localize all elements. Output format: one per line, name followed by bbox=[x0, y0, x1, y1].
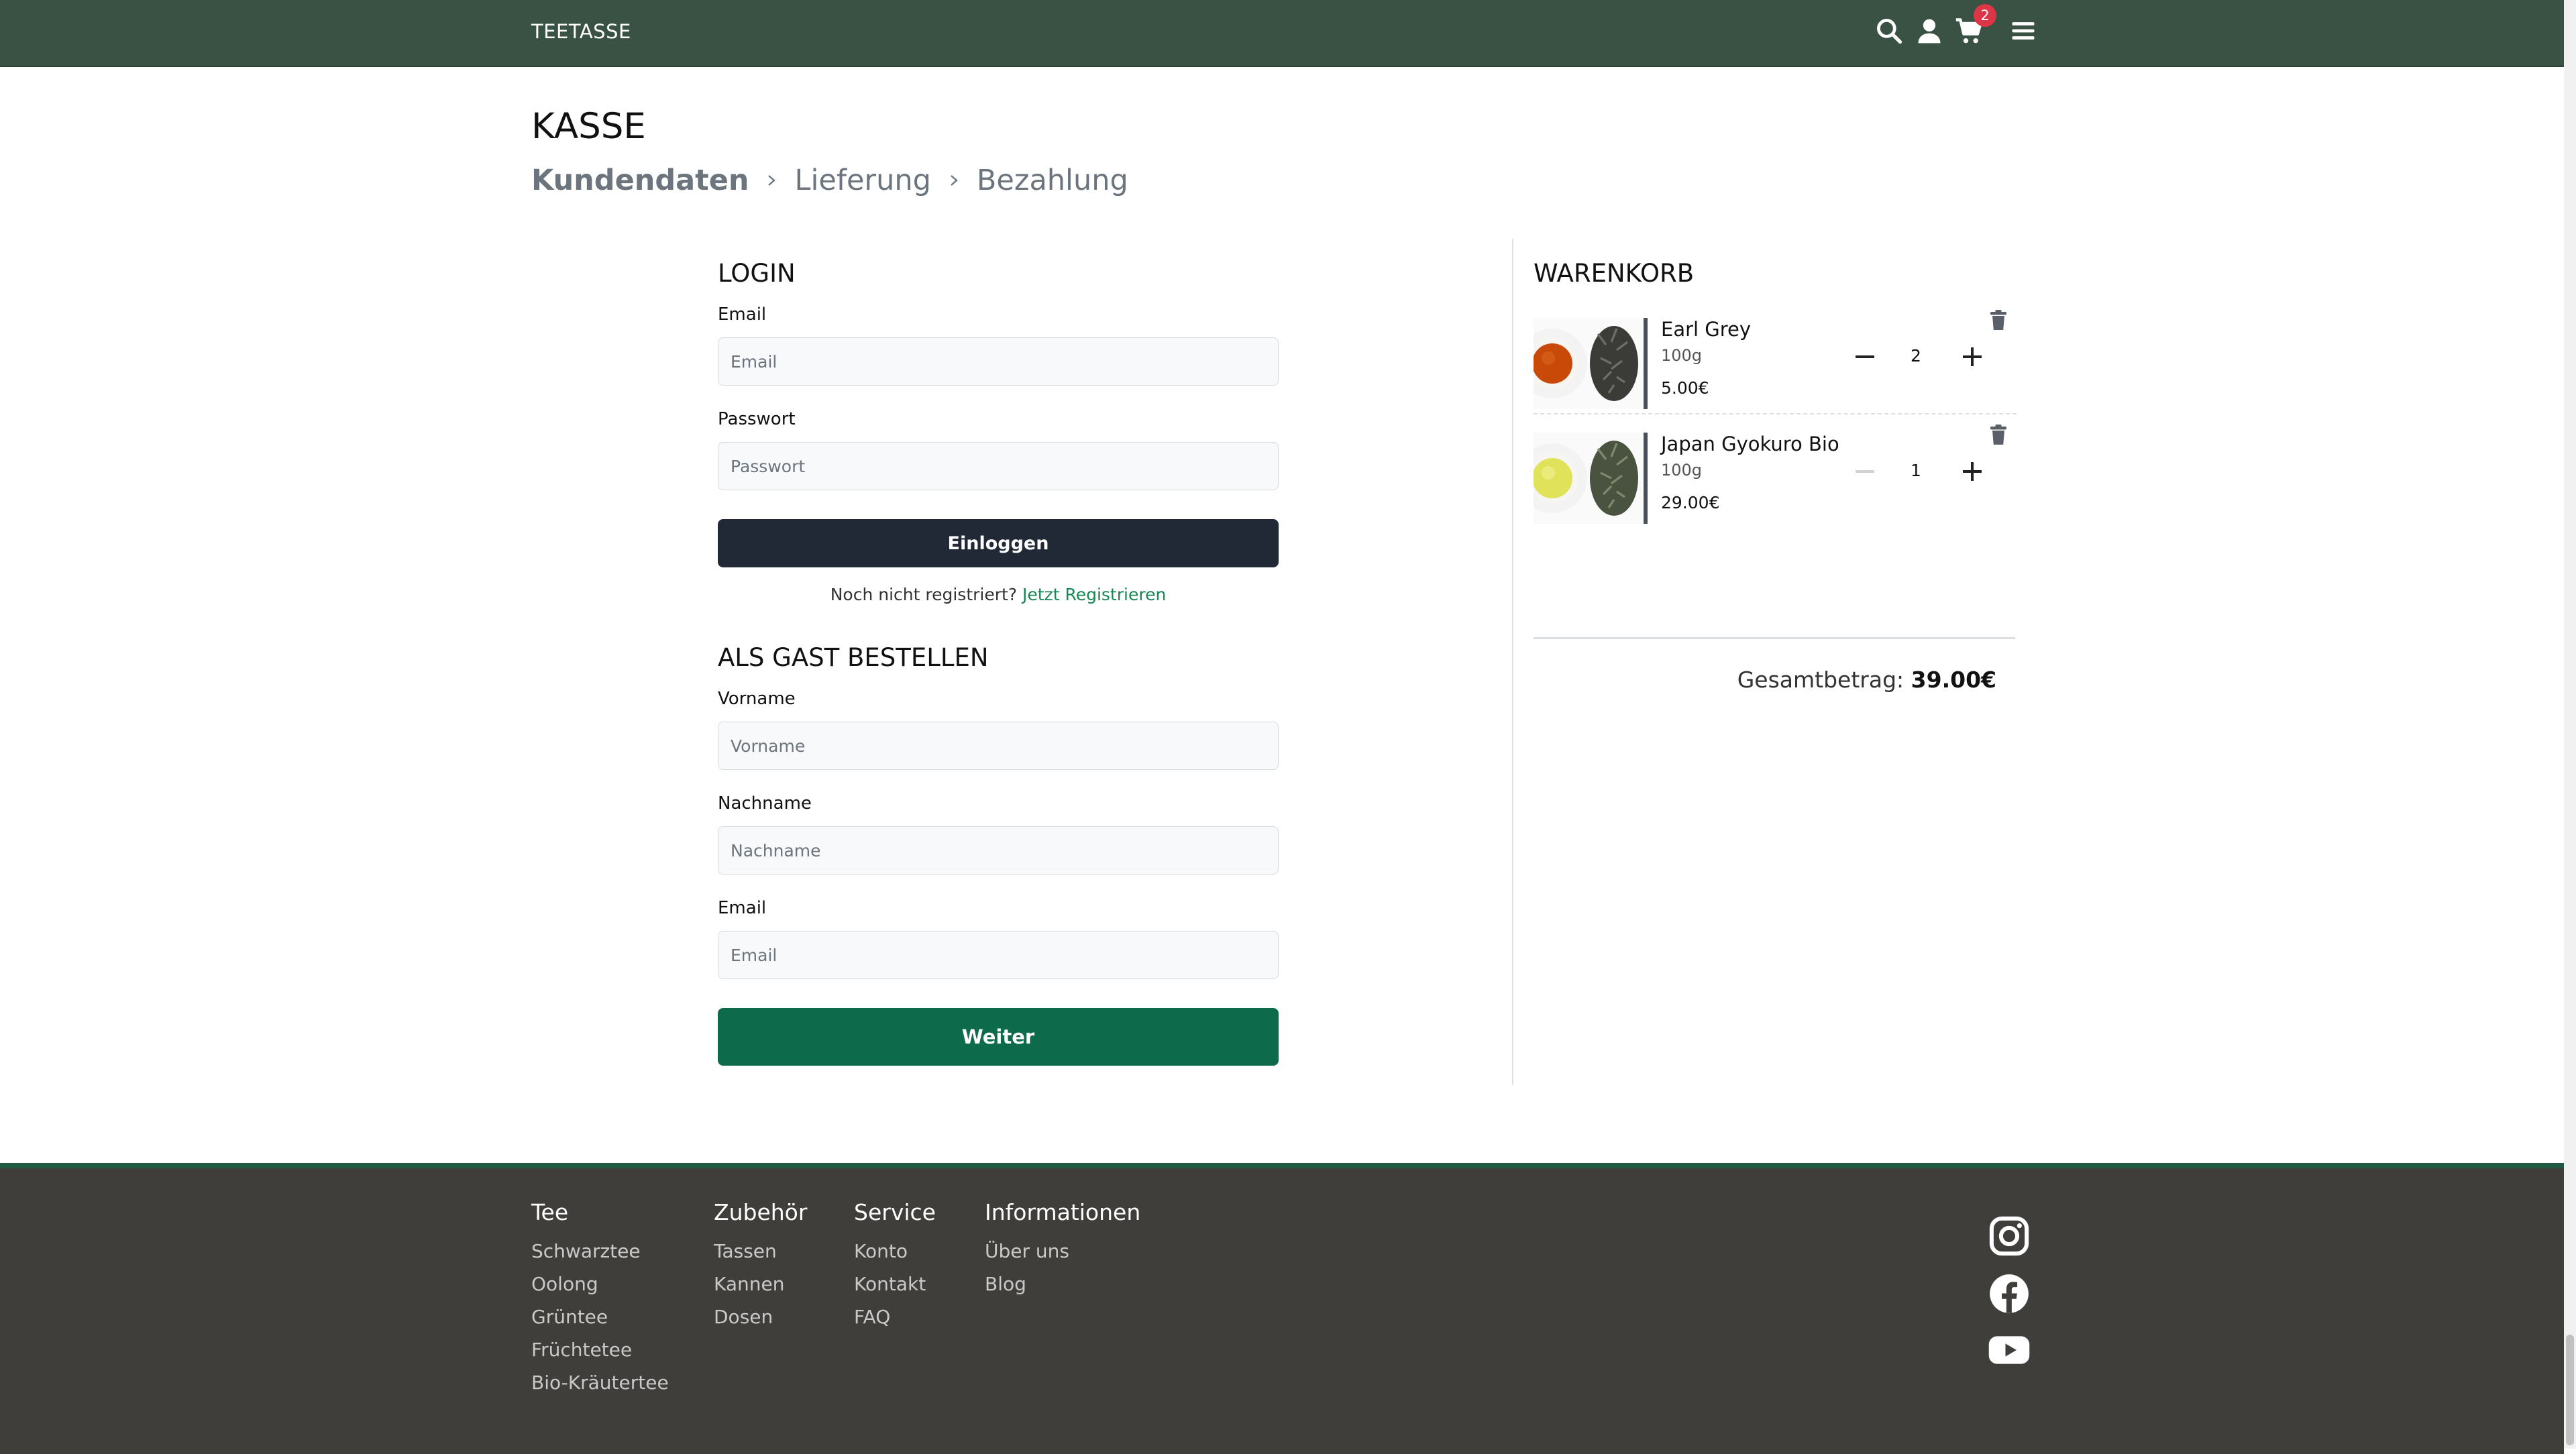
register-prompt: Noch nicht registriert? bbox=[830, 585, 1018, 604]
scrollbar-thumb[interactable] bbox=[2566, 1335, 2574, 1445]
footer-link[interactable]: Früchtetee bbox=[531, 1333, 669, 1366]
cart-title: WARENKORB bbox=[1534, 259, 1695, 288]
scrollbar-track[interactable] bbox=[2564, 0, 2576, 1449]
footer-link[interactable]: Über uns bbox=[985, 1235, 1140, 1268]
footer-link[interactable]: Oolong bbox=[531, 1268, 669, 1300]
step-delivery: Lieferung bbox=[794, 164, 931, 197]
user-icon[interactable] bbox=[1915, 16, 1944, 46]
checkout-steps: Kundendaten Lieferung Bezahlung bbox=[531, 164, 1128, 197]
cart-item: Earl Grey 100g 5.00€ 2 bbox=[1534, 309, 2017, 409]
step-customer-data: Kundendaten bbox=[531, 164, 749, 197]
continue-button[interactable]: Weiter bbox=[718, 1008, 1279, 1066]
page-title: KASSE bbox=[531, 106, 646, 147]
footer-column-zubehoer: Zubehör Tassen Kannen Dosen bbox=[714, 1199, 807, 1333]
cart-divider bbox=[1534, 637, 2015, 639]
firstname-label: Vorname bbox=[718, 689, 796, 709]
login-title: LOGIN bbox=[718, 259, 796, 288]
guest-email-label: Email bbox=[718, 898, 767, 918]
trash-icon[interactable] bbox=[1988, 309, 2008, 331]
chevron-right-icon bbox=[768, 175, 776, 186]
search-icon[interactable] bbox=[1874, 16, 1904, 46]
login-password-input[interactable] bbox=[718, 442, 1279, 490]
lastname-label: Nachname bbox=[718, 793, 812, 814]
login-password-label: Passwort bbox=[718, 409, 796, 429]
footer-link[interactable]: FAQ bbox=[854, 1300, 936, 1333]
firstname-input[interactable] bbox=[718, 722, 1279, 770]
lastname-input[interactable] bbox=[718, 826, 1279, 875]
footer-column-service: Service Konto Kontakt FAQ bbox=[854, 1199, 936, 1333]
footer-link[interactable]: Kannen bbox=[714, 1268, 807, 1300]
cart-total: Gesamtbetrag: 39.00€ bbox=[1534, 667, 1996, 693]
guest-email-input[interactable] bbox=[718, 931, 1279, 979]
footer: Tee Schwarztee Oolong Grüntee Früchtetee… bbox=[0, 1163, 2564, 1454]
footer-link[interactable]: Bio-Kräutertee bbox=[531, 1366, 669, 1399]
menu-icon[interactable] bbox=[2008, 16, 2038, 46]
footer-column-informationen: Informationen Über uns Blog bbox=[985, 1199, 1140, 1300]
login-email-input[interactable] bbox=[718, 337, 1279, 386]
decrease-quantity-button[interactable] bbox=[1851, 458, 1878, 485]
footer-heading: Service bbox=[854, 1199, 936, 1225]
decrease-quantity-button[interactable] bbox=[1851, 343, 1878, 370]
cart-item: Japan Gyokuro Bio 100g 29.00€ 1 bbox=[1534, 423, 2017, 524]
footer-heading: Tee bbox=[531, 1199, 569, 1225]
register-link[interactable]: Jetzt Registrieren bbox=[1022, 585, 1166, 604]
login-button[interactable]: Einloggen bbox=[718, 519, 1279, 567]
facebook-icon[interactable] bbox=[1987, 1272, 2031, 1316]
step-payment: Bezahlung bbox=[976, 164, 1128, 197]
cart-item-separator bbox=[1534, 413, 2017, 414]
footer-link[interactable]: Blog bbox=[985, 1268, 1140, 1300]
register-hint: Noch nicht registriert? Jetzt Registrier… bbox=[718, 585, 1279, 604]
instagram-icon[interactable] bbox=[1987, 1214, 2031, 1258]
footer-link[interactable]: Tassen bbox=[714, 1235, 807, 1268]
cart-count-badge: 2 bbox=[1974, 4, 1996, 27]
guest-order-title: ALS GAST BESTELLEN bbox=[718, 643, 989, 672]
item-name: Earl Grey bbox=[1661, 318, 1752, 341]
increase-quantity-button[interactable] bbox=[1959, 343, 1986, 370]
login-email-label: Email bbox=[718, 304, 767, 325]
footer-heading: Zubehör bbox=[714, 1199, 808, 1225]
item-name: Japan Gyokuro Bio bbox=[1661, 433, 1839, 455]
item-weight: 100g bbox=[1661, 346, 1703, 365]
top-navbar: TEETASSE 2 bbox=[0, 0, 2564, 67]
increase-quantity-button[interactable] bbox=[1959, 458, 1986, 485]
footer-link[interactable]: Konto bbox=[854, 1235, 936, 1268]
footer-link[interactable]: Dosen bbox=[714, 1300, 807, 1333]
total-label: Gesamtbetrag: bbox=[1737, 667, 1904, 693]
footer-link[interactable]: Schwarztee bbox=[531, 1235, 669, 1268]
item-quantity: 1 bbox=[1911, 461, 1921, 480]
item-weight: 100g bbox=[1661, 461, 1703, 480]
product-image bbox=[1534, 433, 1648, 524]
item-quantity: 2 bbox=[1911, 346, 1921, 366]
chevron-right-icon bbox=[951, 175, 958, 186]
footer-column-tee: Tee Schwarztee Oolong Grüntee Früchtetee… bbox=[531, 1199, 669, 1399]
brand-logo[interactable]: TEETASSE bbox=[531, 20, 631, 43]
footer-link[interactable]: Grüntee bbox=[531, 1300, 669, 1333]
total-value: 39.00€ bbox=[1911, 667, 1996, 693]
footer-heading: Informationen bbox=[985, 1199, 1141, 1225]
column-divider bbox=[1512, 239, 1513, 1085]
product-image bbox=[1534, 318, 1648, 409]
item-price: 29.00€ bbox=[1661, 493, 1720, 512]
footer-link[interactable]: Kontakt bbox=[854, 1268, 936, 1300]
youtube-icon[interactable] bbox=[1987, 1328, 2031, 1372]
trash-icon[interactable] bbox=[1988, 423, 2008, 446]
item-price: 5.00€ bbox=[1661, 378, 1709, 398]
